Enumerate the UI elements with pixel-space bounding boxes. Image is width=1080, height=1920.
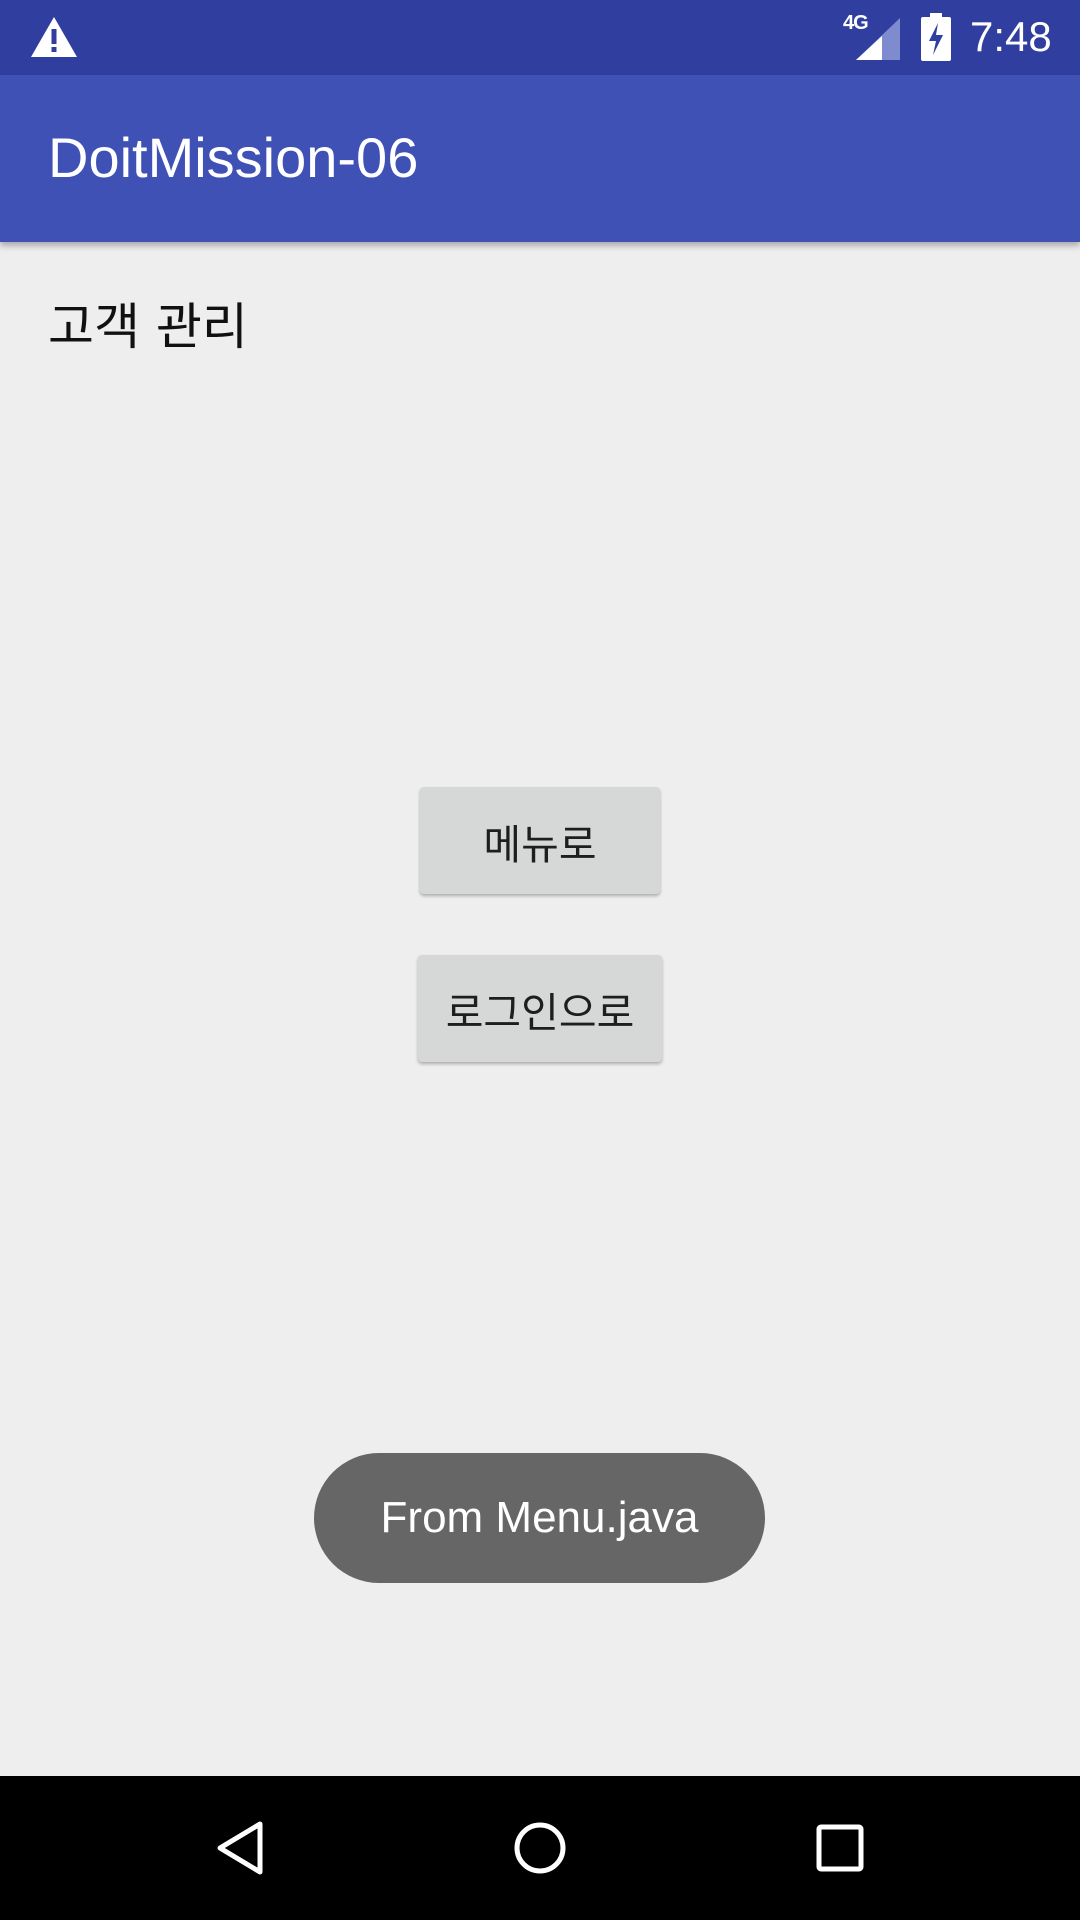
status-clock: 7:48: [970, 13, 1052, 60]
home-button[interactable]: [490, 1800, 590, 1896]
app-title: DoitMission-06: [48, 126, 419, 189]
screen: 4G 7:48 DoitMission-06 고객 관리 메뉴로 로그인으로 F…: [0, 0, 1080, 1920]
network-type-label: 4G: [843, 12, 869, 34]
to-login-button[interactable]: 로그인으로: [418, 955, 662, 1062]
navigation-bar: [0, 1776, 1080, 1920]
home-icon: [514, 1822, 566, 1874]
warning-icon: [31, 17, 77, 57]
toast-text: From Menu.java: [380, 1493, 699, 1542]
back-icon: [217, 1821, 263, 1875]
recents-button[interactable]: [790, 1800, 890, 1896]
app-bar: DoitMission-06: [0, 75, 1080, 242]
recents-icon: [816, 1824, 864, 1872]
back-button[interactable]: [190, 1800, 290, 1896]
status-bar: 4G 7:48: [0, 0, 1080, 75]
toast-message: From Menu.java: [314, 1453, 765, 1583]
to-menu-button[interactable]: 메뉴로: [420, 787, 660, 894]
page-heading: 고객 관리: [48, 298, 248, 356]
battery-charging-icon: [921, 13, 951, 61]
